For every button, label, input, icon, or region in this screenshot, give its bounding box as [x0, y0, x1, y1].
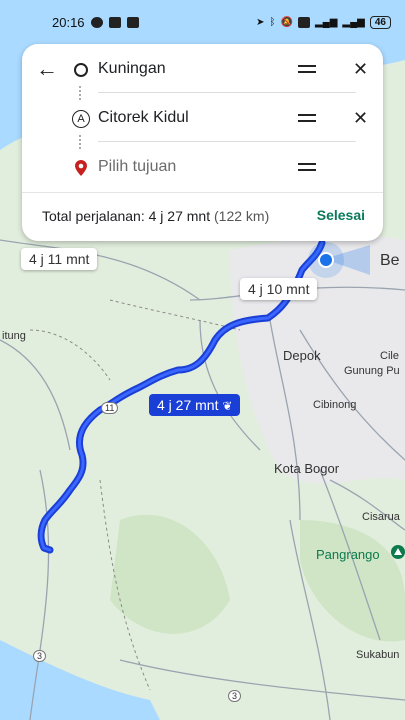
location-arrow-icon: ➤ — [256, 16, 265, 28]
label-cisarua: Cisarua — [362, 511, 400, 523]
panel-divider — [22, 192, 383, 193]
route-connector — [79, 135, 83, 149]
close-icon[interactable]: ✕ — [353, 59, 368, 80]
divider — [98, 92, 356, 93]
status-bar: 20:16 ➤ ᛒ 🔕 ▂▄▆ ▂▄▆ 46 — [0, 0, 405, 44]
total-time: Total perjalanan: 4 j 27 mnt — [42, 208, 211, 224]
label-depok: Depok — [283, 348, 321, 363]
label-cileungsi: Cile — [380, 350, 399, 362]
close-icon[interactable]: ✕ — [353, 108, 368, 129]
leaf-icon: ❦ — [222, 399, 233, 413]
whatsapp-icon — [90, 16, 103, 28]
circle-icon — [72, 61, 90, 79]
video-icon — [126, 16, 139, 28]
signal-icon: ▂▄▆ — [314, 16, 338, 28]
signal-icon: ▂▄▆ — [342, 16, 365, 28]
trip-summary: Total perjalanan: 4 j 27 mnt (122 km) — [42, 208, 269, 224]
volte-icon — [297, 16, 310, 28]
origin-field[interactable]: Kuningan — [98, 60, 166, 78]
pin-icon — [72, 159, 90, 177]
label-pangrango: Pangrango — [316, 547, 380, 562]
video-icon — [108, 16, 121, 28]
road-shield-3a: 3 — [33, 650, 47, 662]
origin-row[interactable]: Kuningan ✕ — [72, 55, 372, 85]
marker-a-icon: A — [72, 110, 90, 128]
route-time-selected-label: 4 j 27 mnt — [157, 397, 219, 413]
drag-handle-icon[interactable] — [298, 114, 316, 122]
label-bekasi: Be — [380, 252, 400, 269]
status-time: 20:16 — [52, 14, 85, 30]
stop-field[interactable]: Citorek Kidul — [98, 109, 189, 127]
battery-indicator: 46 — [369, 15, 391, 29]
drag-handle-icon[interactable] — [298, 163, 316, 171]
route-time-selected[interactable]: 4 j 27 mnt ❦ — [149, 394, 241, 416]
done-button[interactable]: Selesai — [317, 207, 365, 223]
destination-field[interactable]: Pilih tujuan — [98, 158, 176, 176]
label-sukabumi: Sukabun — [356, 649, 400, 661]
current-location-dot — [318, 252, 334, 268]
label-itung: itung — [2, 330, 26, 342]
stop-row[interactable]: A Citorek Kidul ✕ — [72, 104, 372, 134]
route-time-alt1[interactable]: 4 j 11 mnt — [21, 248, 98, 270]
total-distance: (122 km) — [214, 208, 270, 224]
road-shield-11: 11 — [101, 402, 119, 414]
route-connector — [79, 86, 83, 100]
label-gunung-putri: Gunung Pu — [344, 365, 400, 377]
divider — [98, 141, 356, 142]
road-shield-3b: 3 — [228, 690, 242, 702]
label-kota-bogor: Kota Bogor — [274, 461, 340, 476]
drag-handle-icon[interactable] — [298, 65, 316, 73]
arrow-left-icon[interactable]: ← — [36, 58, 58, 80]
label-cibinong: Cibinong — [313, 399, 357, 411]
bluetooth-icon: ᛒ — [269, 16, 276, 28]
route-time-alt2[interactable]: 4 j 10 mnt — [240, 278, 318, 300]
destination-row[interactable]: Pilih tujuan — [72, 153, 372, 183]
mute-icon: 🔕 — [280, 16, 293, 28]
directions-panel: ← Kuningan ✕ A Citorek Kidul ✕ Pilih tuj… — [22, 44, 383, 241]
